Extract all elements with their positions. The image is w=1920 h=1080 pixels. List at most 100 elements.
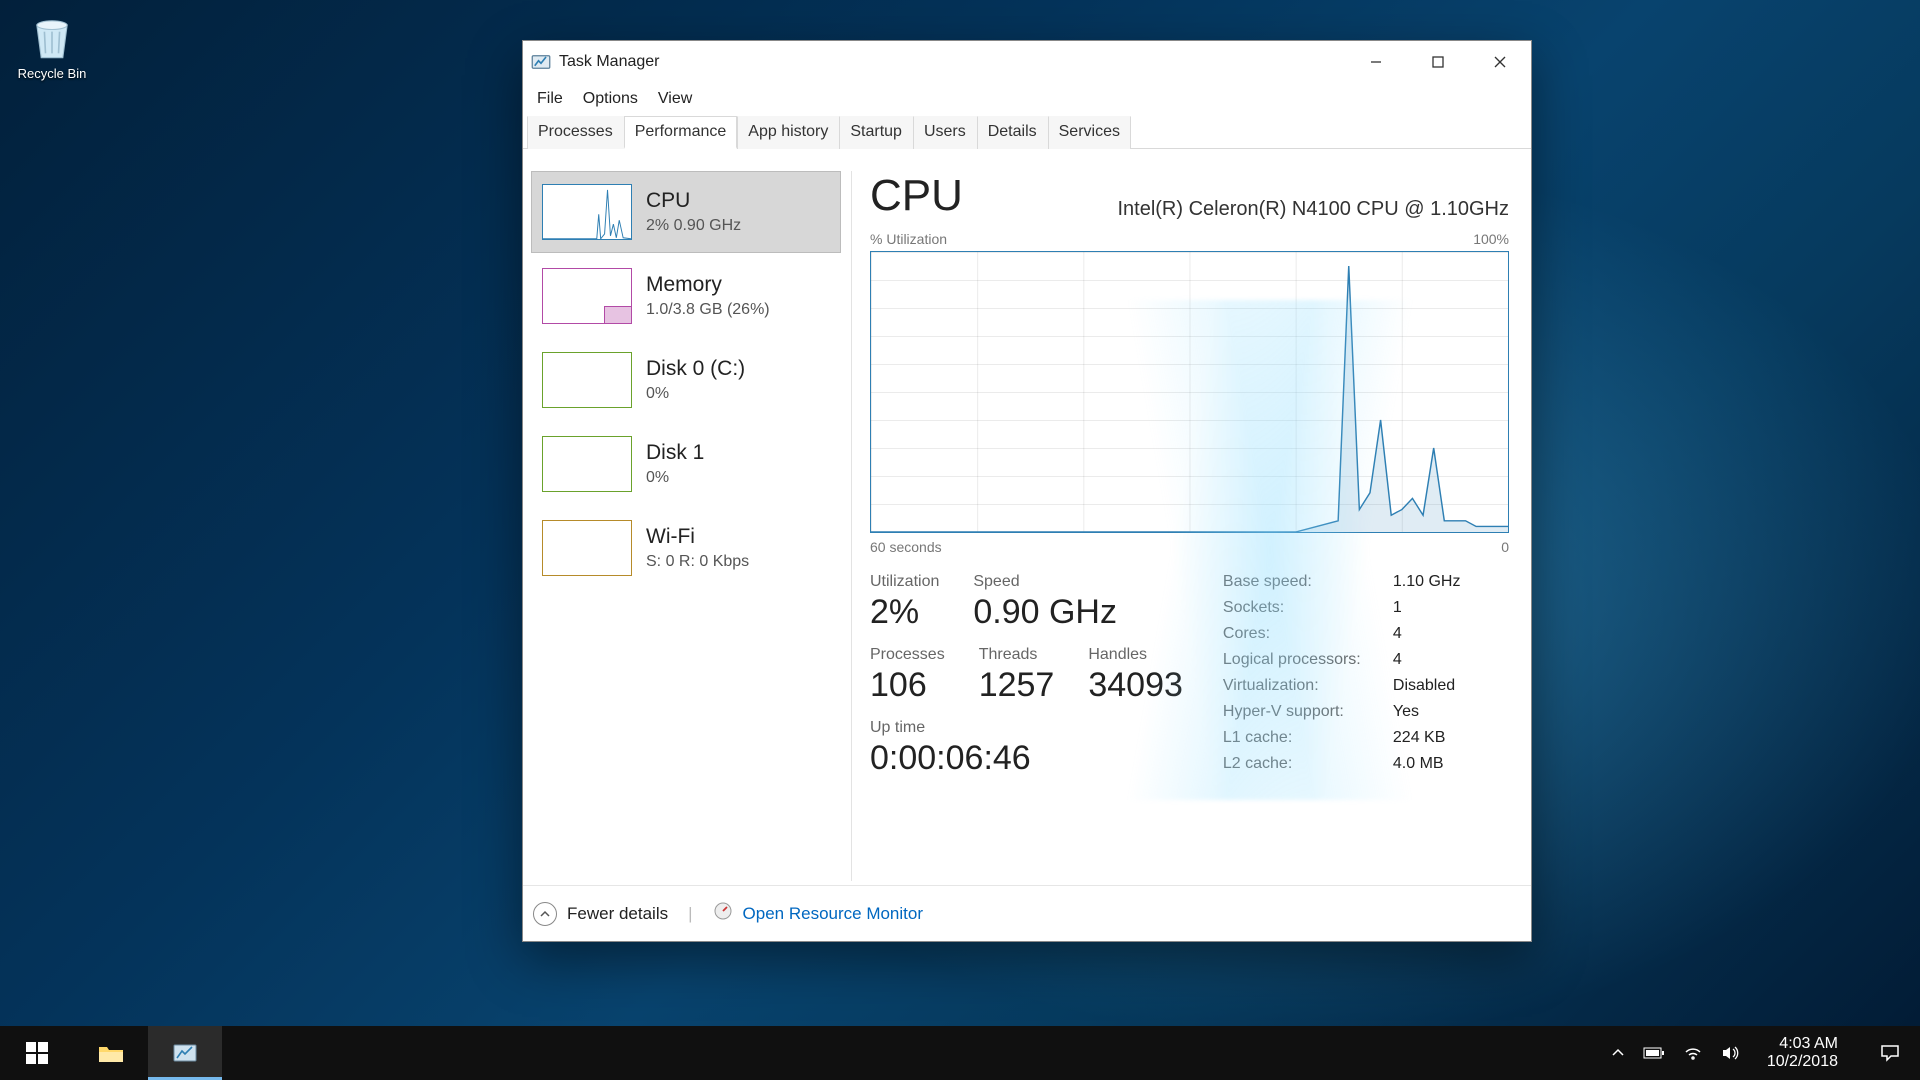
graph-label-100: 100% xyxy=(1473,231,1509,247)
cpu-utilization-graph xyxy=(870,251,1509,533)
menu-options[interactable]: Options xyxy=(575,86,646,112)
open-resource-monitor-link[interactable]: Open Resource Monitor xyxy=(713,901,923,926)
sidebar-item-disk0[interactable]: Disk 0 (C:) 0% xyxy=(531,339,841,421)
tab-details[interactable]: Details xyxy=(977,116,1048,149)
cpu-thumb-icon xyxy=(542,184,632,240)
vertical-divider xyxy=(851,171,852,881)
app-icon xyxy=(531,52,551,72)
stat-utilization-value: 2% xyxy=(870,593,939,632)
info-sockets-v: 1 xyxy=(1393,599,1402,617)
stat-speed-label: Speed xyxy=(973,573,1117,591)
taskbar-file-explorer[interactable] xyxy=(74,1026,148,1080)
tab-performance[interactable]: Performance xyxy=(624,116,738,149)
window-title: Task Manager xyxy=(559,53,660,71)
stat-threads-value: 1257 xyxy=(979,666,1055,705)
clock-date: 10/2/2018 xyxy=(1767,1053,1838,1071)
wifi-thumb-icon xyxy=(542,520,632,576)
resource-monitor-icon xyxy=(713,901,733,926)
recycle-bin[interactable]: Recycle Bin xyxy=(12,10,92,81)
stat-utilization-label: Utilization xyxy=(870,573,939,591)
start-button[interactable] xyxy=(0,1026,74,1080)
clock-time: 4:03 AM xyxy=(1767,1035,1838,1053)
info-hyperv-k: Hyper-V support: xyxy=(1223,703,1393,721)
stat-processes-label: Processes xyxy=(870,646,945,664)
tray-overflow-icon[interactable] xyxy=(1611,1046,1625,1060)
info-virt-k: Virtualization: xyxy=(1223,677,1393,695)
desktop[interactable]: Recycle Bin Task Manager File Options Vi… xyxy=(0,0,1920,1080)
info-l2-v: 4.0 MB xyxy=(1393,755,1444,773)
tab-users[interactable]: Users xyxy=(913,116,977,149)
disk0-thumb-icon xyxy=(542,352,632,408)
stat-threads-label: Threads xyxy=(979,646,1055,664)
info-basespeed-v: 1.10 GHz xyxy=(1393,573,1461,591)
tab-processes[interactable]: Processes xyxy=(527,116,624,149)
fewer-details-button[interactable]: Fewer details xyxy=(533,902,668,926)
tabstrip: Processes Performance App history Startu… xyxy=(523,115,1531,149)
fewer-details-label: Fewer details xyxy=(567,904,668,924)
main-heading: CPU xyxy=(870,171,963,221)
stat-uptime-value: 0:00:06:46 xyxy=(870,739,1183,778)
graph-label-util: % Utilization xyxy=(870,231,947,247)
graph-label-60s: 60 seconds xyxy=(870,539,942,555)
maximize-button[interactable] xyxy=(1407,41,1469,83)
footer-separator: | xyxy=(688,904,692,924)
sidebar-memory-sub: 1.0/3.8 GB (26%) xyxy=(646,301,770,319)
task-manager-window: Task Manager File Options View Processes… xyxy=(522,40,1532,942)
sidebar-disk0-title: Disk 0 (C:) xyxy=(646,357,745,380)
minimize-button[interactable] xyxy=(1345,41,1407,83)
stat-handles-label: Handles xyxy=(1088,646,1183,664)
battery-icon[interactable] xyxy=(1643,1046,1665,1060)
tab-services[interactable]: Services xyxy=(1048,116,1131,149)
sidebar-item-wifi[interactable]: Wi-Fi S: 0 R: 0 Kbps xyxy=(531,507,841,589)
recycle-bin-icon xyxy=(26,10,78,62)
sidebar-disk1-sub: 0% xyxy=(646,469,704,487)
taskbar-task-manager[interactable] xyxy=(148,1026,222,1080)
info-virt-v: Disabled xyxy=(1393,677,1455,695)
sidebar-memory-title: Memory xyxy=(646,273,770,296)
memory-thumb-icon xyxy=(542,268,632,324)
tab-startup[interactable]: Startup xyxy=(839,116,913,149)
menu-file[interactable]: File xyxy=(529,86,571,112)
menu-view[interactable]: View xyxy=(650,86,700,112)
sidebar-wifi-sub: S: 0 R: 0 Kbps xyxy=(646,553,749,571)
action-center-icon[interactable] xyxy=(1866,1044,1914,1062)
stat-processes-value: 106 xyxy=(870,666,945,705)
taskbar-clock[interactable]: 4:03 AM 10/2/2018 xyxy=(1757,1035,1848,1072)
sidebar-item-disk1[interactable]: Disk 1 0% xyxy=(531,423,841,505)
close-button[interactable] xyxy=(1469,41,1531,83)
cpu-model: Intel(R) Celeron(R) N4100 CPU @ 1.10GHz xyxy=(1117,198,1509,221)
sidebar-item-cpu[interactable]: CPU 2% 0.90 GHz xyxy=(531,171,841,253)
sidebar-cpu-title: CPU xyxy=(646,189,741,212)
info-basespeed-k: Base speed: xyxy=(1223,573,1393,591)
info-l1-k: L1 cache: xyxy=(1223,729,1393,747)
stat-uptime-label: Up time xyxy=(870,719,1183,737)
stat-handles-value: 34093 xyxy=(1088,666,1183,705)
disk1-thumb-icon xyxy=(542,436,632,492)
resource-monitor-label: Open Resource Monitor xyxy=(743,904,923,924)
perf-main: CPU Intel(R) Celeron(R) N4100 CPU @ 1.10… xyxy=(870,171,1509,881)
sidebar-cpu-sub: 2% 0.90 GHz xyxy=(646,217,741,235)
tab-app-history[interactable]: App history xyxy=(737,116,839,149)
recycle-bin-label: Recycle Bin xyxy=(12,66,92,81)
stat-speed-value: 0.90 GHz xyxy=(973,593,1117,632)
info-cores-k: Cores: xyxy=(1223,625,1393,643)
chevron-up-icon xyxy=(533,902,557,926)
wifi-icon[interactable] xyxy=(1683,1045,1703,1061)
info-logical-k: Logical processors: xyxy=(1223,651,1393,669)
info-logical-v: 4 xyxy=(1393,651,1402,669)
titlebar[interactable]: Task Manager xyxy=(523,41,1531,83)
info-l1-v: 224 KB xyxy=(1393,729,1445,747)
perf-sidebar: CPU 2% 0.90 GHz Memory 1.0/3.8 GB (26%) … xyxy=(531,171,841,881)
info-cores-v: 4 xyxy=(1393,625,1402,643)
system-tray: 4:03 AM 10/2/2018 xyxy=(1611,1026,1920,1080)
sidebar-item-memory[interactable]: Memory 1.0/3.8 GB (26%) xyxy=(531,255,841,337)
taskbar[interactable]: 4:03 AM 10/2/2018 xyxy=(0,1026,1920,1080)
sidebar-wifi-title: Wi-Fi xyxy=(646,525,749,548)
info-l2-k: L2 cache: xyxy=(1223,755,1393,773)
graph-label-0: 0 xyxy=(1501,539,1509,555)
info-hyperv-v: Yes xyxy=(1393,703,1419,721)
sidebar-disk1-title: Disk 1 xyxy=(646,441,704,464)
volume-icon[interactable] xyxy=(1721,1045,1739,1061)
menubar: File Options View xyxy=(523,83,1531,115)
sidebar-disk0-sub: 0% xyxy=(646,385,745,403)
